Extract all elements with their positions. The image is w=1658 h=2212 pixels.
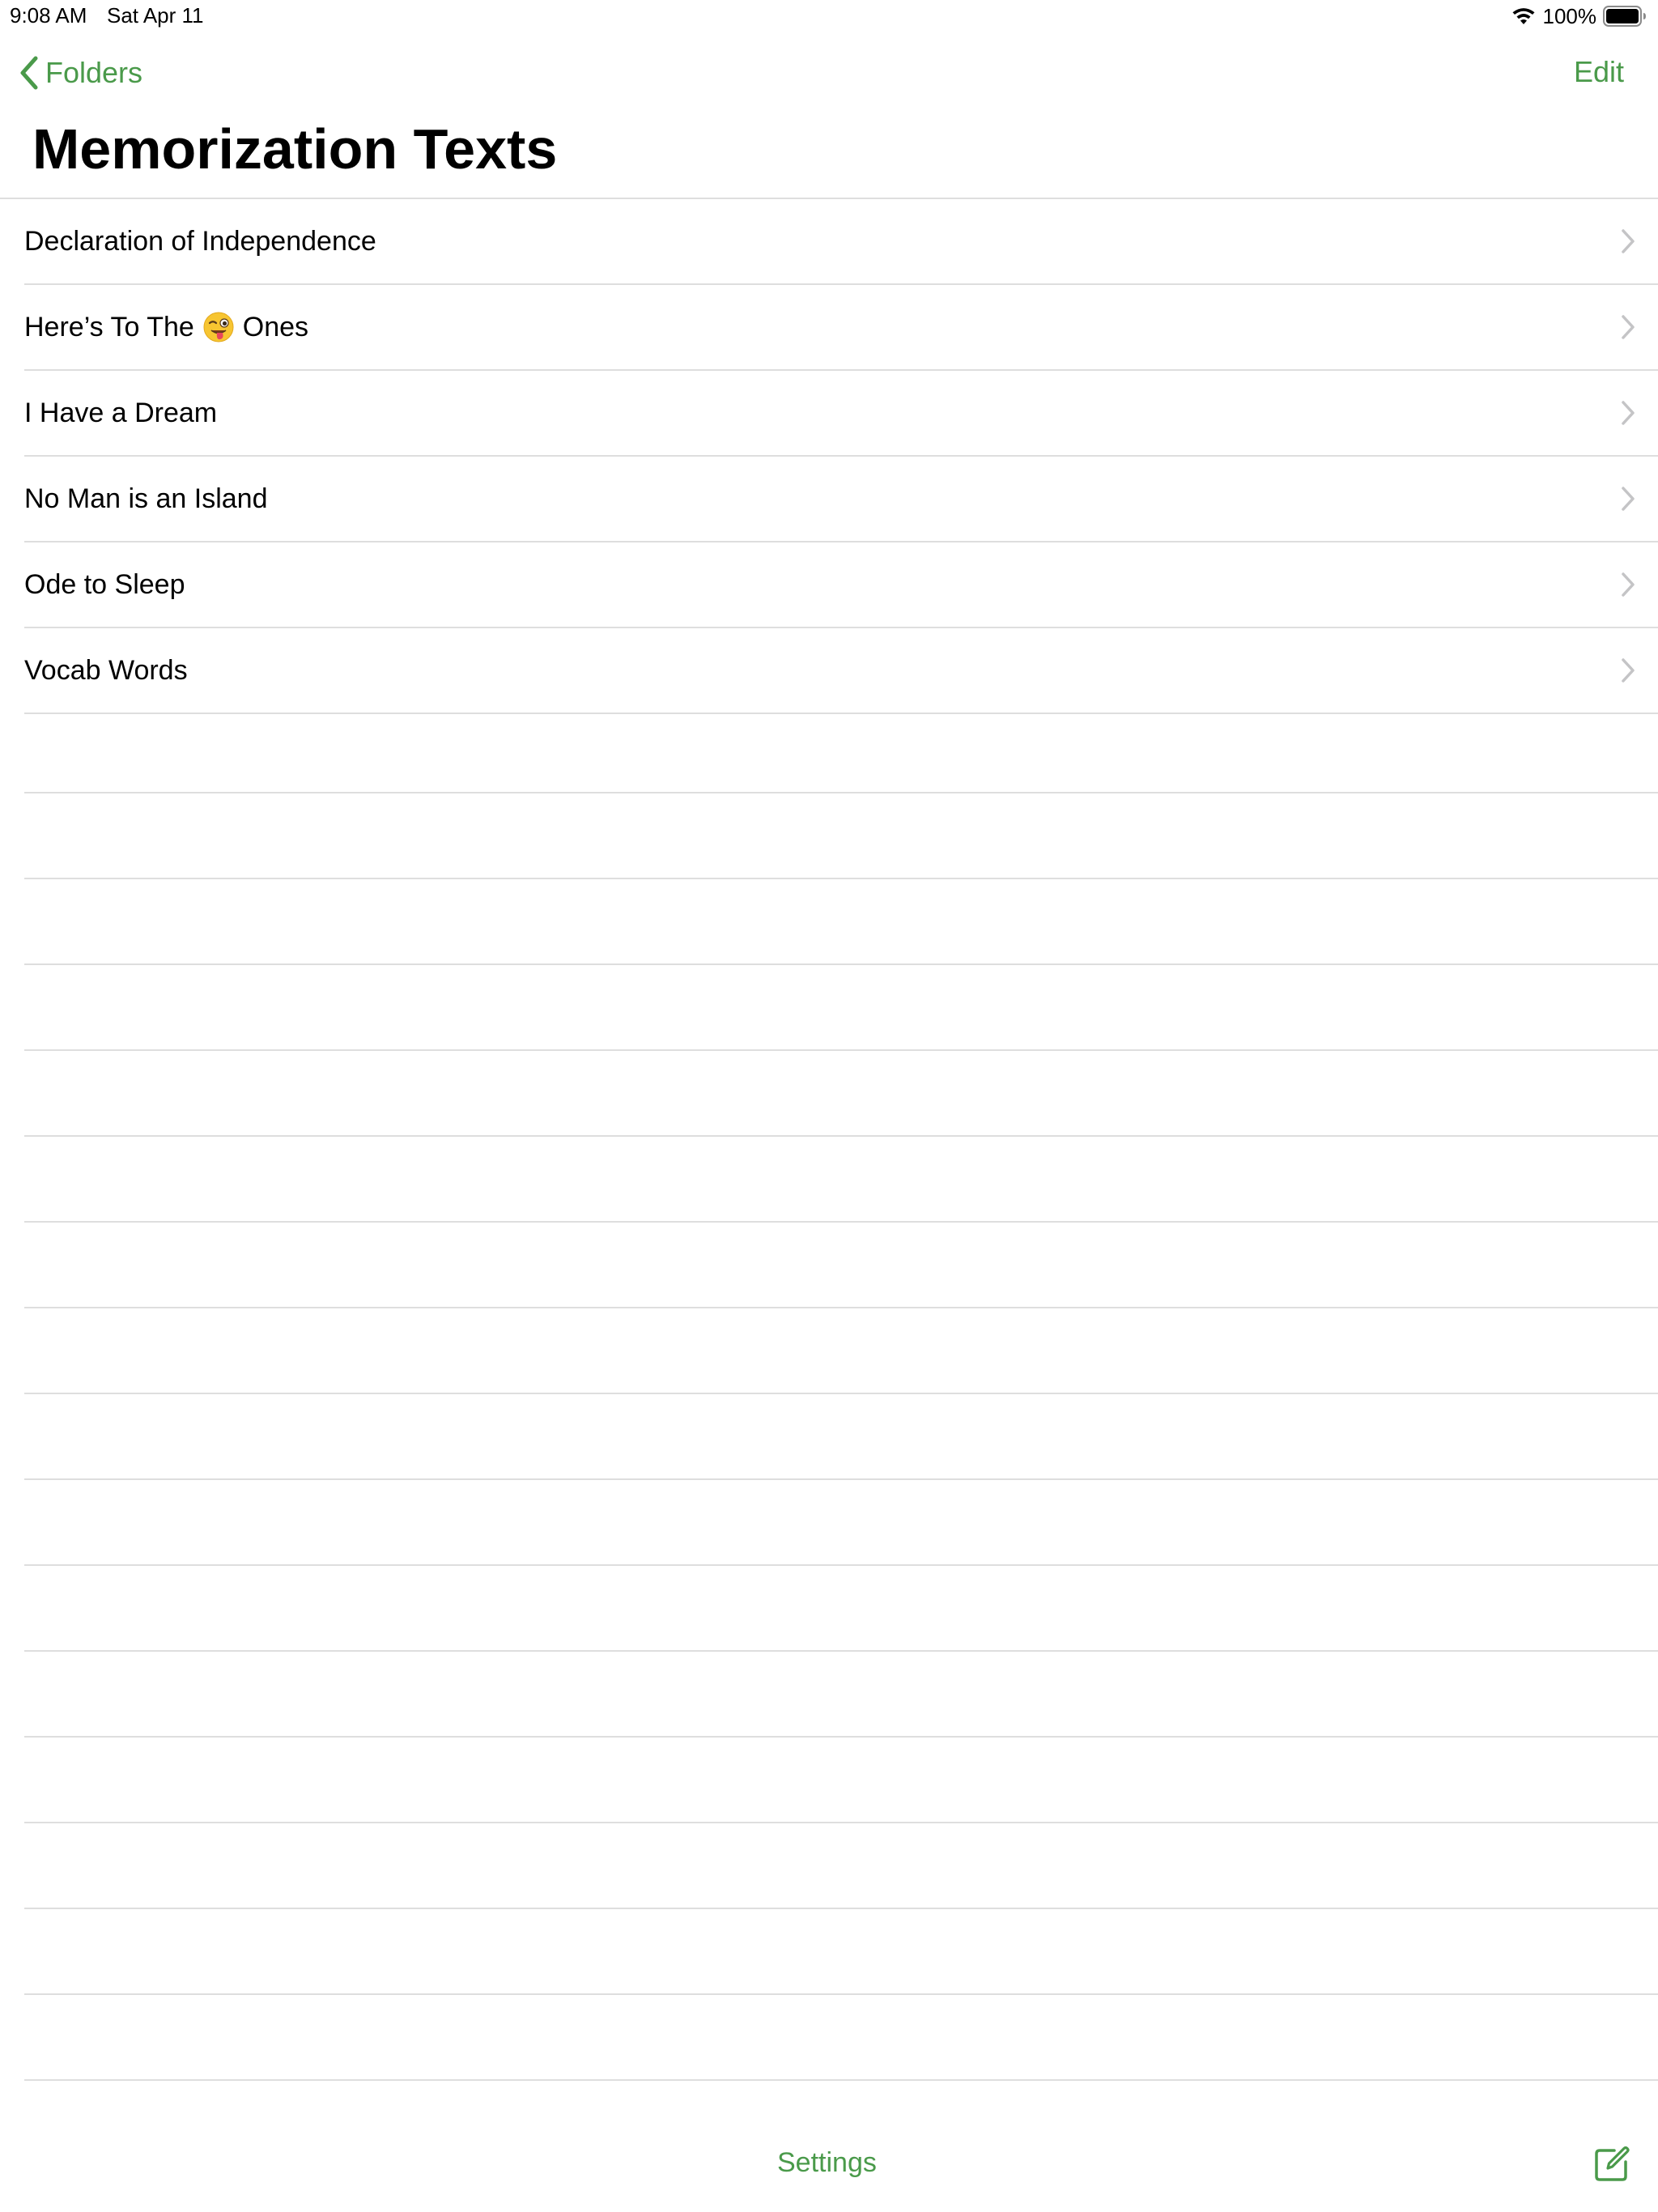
chevron-right-icon (1622, 315, 1635, 339)
bottom-toolbar: Settings (0, 2129, 1658, 2194)
list-item[interactable]: I Have a Dream (24, 371, 1658, 457)
battery-percentage: 100% (1542, 3, 1597, 28)
empty-row-separator (24, 965, 1658, 1051)
status-bar: 9:08 AM Sat Apr 11 100% (0, 0, 1658, 32)
empty-row-separator (24, 1823, 1658, 1909)
chevron-right-icon (1622, 401, 1635, 425)
list-item-label: I Have a Dream (24, 397, 218, 428)
back-button[interactable]: Folders (18, 53, 142, 92)
list-item-label: No Man is an Island (24, 483, 268, 514)
list-item[interactable]: Ode to Sleep (24, 542, 1658, 628)
page-title: Memorization Texts (32, 117, 558, 181)
list-item-label: Ode to Sleep (24, 568, 185, 600)
empty-row-separator (24, 708, 1658, 793)
status-time: 9:08 AM (10, 3, 87, 28)
chevron-right-icon (1622, 658, 1635, 683)
back-button-label: Folders (45, 56, 143, 89)
empty-row-separator (24, 1308, 1658, 1394)
status-indicators: 100% (1511, 3, 1647, 29)
chevron-right-icon (1622, 229, 1635, 253)
list-item-label-start: Here’s To The (24, 311, 194, 342)
winking-face-with-tongue-icon (203, 312, 234, 342)
status-date: Sat Apr 11 (107, 3, 204, 28)
list-item[interactable]: Vocab Words (24, 628, 1658, 714)
list-item-label: Declaration of Independence (24, 225, 376, 257)
empty-row-separator (24, 1738, 1658, 1823)
empty-row-separator (24, 1480, 1658, 1566)
list-item[interactable]: Here’s To The Ones (24, 285, 1658, 371)
empty-row-separator (24, 1909, 1658, 1995)
edit-button[interactable]: Edit (1574, 55, 1624, 89)
list-item-label-end: Ones (242, 311, 309, 342)
empty-row-separator (24, 1137, 1658, 1223)
texts-list: Declaration of Independence Here’s To Th… (0, 198, 1658, 714)
compose-button[interactable] (1590, 2142, 1634, 2186)
list-item-label: Here’s To The Ones (24, 311, 308, 343)
chevron-right-icon (1622, 572, 1635, 597)
chevron-left-icon (20, 56, 38, 90)
compose-icon (1595, 2146, 1630, 2181)
list-item[interactable]: Declaration of Independence (24, 199, 1658, 285)
battery-icon (1603, 6, 1646, 27)
chevron-right-icon (1622, 487, 1635, 511)
empty-row-separator (24, 1223, 1658, 1308)
empty-row-separator (24, 1394, 1658, 1480)
empty-row-separator (24, 1566, 1658, 1652)
navigation-bar: Folders Edit (0, 49, 1658, 97)
wifi-icon (1512, 8, 1534, 24)
list-item-label: Vocab Words (24, 654, 188, 686)
settings-button[interactable]: Settings (777, 2147, 877, 2179)
empty-row-separator (24, 793, 1658, 879)
empty-row-separator (24, 1652, 1658, 1738)
empty-row-separator (24, 1995, 1658, 2081)
empty-row-separator (24, 1051, 1658, 1137)
list-item[interactable]: No Man is an Island (24, 457, 1658, 542)
empty-list-area (24, 708, 1658, 2081)
empty-row-separator (24, 879, 1658, 965)
